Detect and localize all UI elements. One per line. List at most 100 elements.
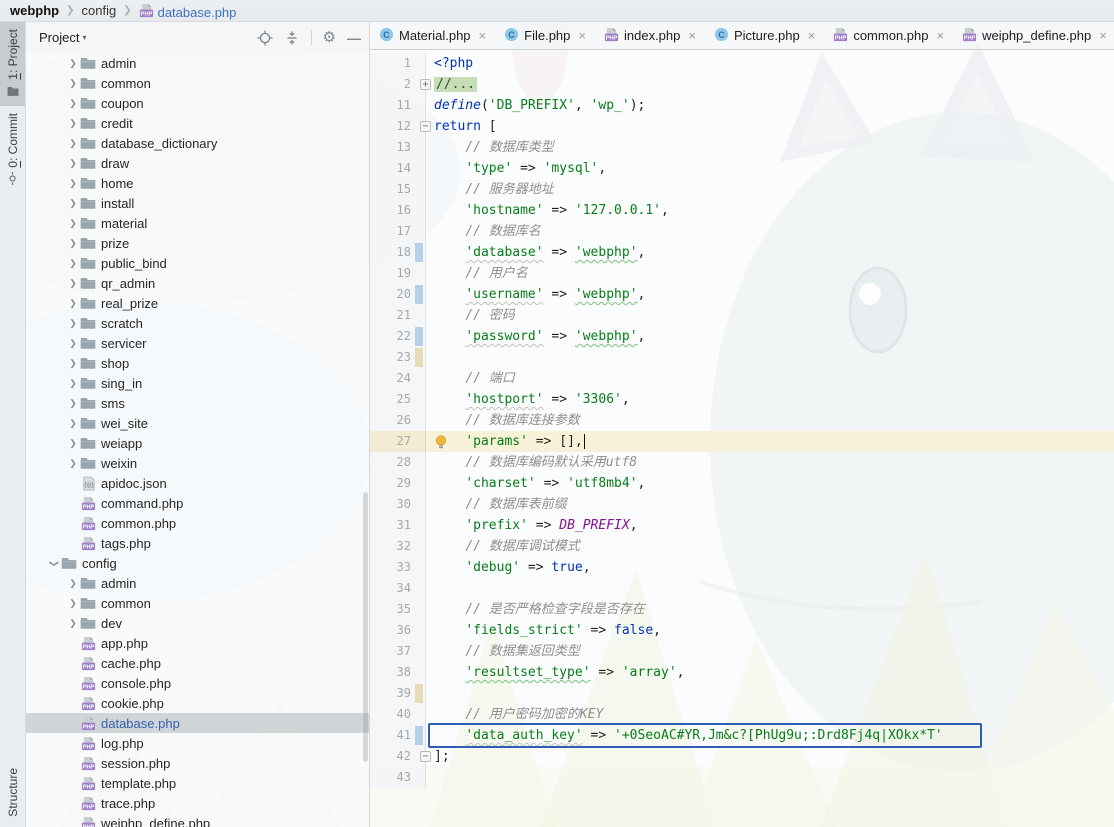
tree-item-credit[interactable]: ❯ credit	[26, 113, 369, 133]
code-editor[interactable]: 1 <?php 2 +//... 11 define('DB_PREFIX', 'wp_'…	[370, 50, 1114, 827]
code-line[interactable]: 25 'hostport' => '3306',	[370, 389, 1114, 410]
chevron-right-icon[interactable]: ❯	[66, 238, 80, 249]
tree-item-material[interactable]: ❯ material	[26, 213, 369, 233]
tree-item-weiapp[interactable]: ❯ weiapp	[26, 433, 369, 453]
code-line-text[interactable]: define('DB_PREFIX', 'wp_');	[426, 95, 1114, 116]
hide-panel-icon[interactable]: —	[347, 30, 361, 46]
tree-item-database_dictionary[interactable]: ❯ database_dictionary	[26, 133, 369, 153]
code-line-text[interactable]: // 数据库类型	[426, 137, 1114, 158]
close-icon[interactable]: ×	[688, 28, 696, 43]
code-line[interactable]: 18 'database' => 'webphp',	[370, 242, 1114, 263]
code-line-text[interactable]: ];	[426, 746, 1114, 767]
code-line-text[interactable]: // 数据库名	[426, 221, 1114, 242]
code-line-text[interactable]: 'database' => 'webphp',	[426, 242, 1114, 263]
tree-item-console-php[interactable]: PHP console.php	[26, 673, 369, 693]
code-line-text[interactable]: 'fields_strict' => false,	[426, 620, 1114, 641]
code-line-text[interactable]: 'debug' => true,	[426, 557, 1114, 578]
code-line[interactable]: 24 // 端口	[370, 368, 1114, 389]
code-line-text[interactable]: //...	[426, 74, 1114, 95]
code-line[interactable]: 34	[370, 578, 1114, 599]
chevron-right-icon[interactable]: ❯	[66, 198, 80, 209]
code-line[interactable]: 21 // 密码	[370, 305, 1114, 326]
chevron-right-icon[interactable]: ❯	[66, 258, 80, 269]
chevron-right-icon[interactable]: ❯	[66, 318, 80, 329]
chevron-right-icon[interactable]: ❯	[66, 358, 80, 369]
code-line-text[interactable]: // 数据库编码默认采用utf8	[426, 452, 1114, 473]
tree-item-session-php[interactable]: PHP session.php	[26, 753, 369, 773]
chevron-right-icon[interactable]: ❯	[66, 378, 80, 389]
code-line-text[interactable]: 'charset' => 'utf8mb4',	[426, 473, 1114, 494]
tree-item-common-php[interactable]: PHP common.php	[26, 513, 369, 533]
code-line[interactable]: 12− return [	[370, 116, 1114, 137]
code-line-text[interactable]: // 用户名	[426, 263, 1114, 284]
close-icon[interactable]: ×	[479, 28, 487, 43]
code-line[interactable]: 13 // 数据库类型	[370, 137, 1114, 158]
code-line[interactable]: 32 // 数据库调试模式	[370, 536, 1114, 557]
tree-item-trace-php[interactable]: PHP trace.php	[26, 793, 369, 813]
code-line-text[interactable]: 'resultset_type' => 'array',	[426, 662, 1114, 683]
code-line[interactable]: 40 // 用户密码加密的KEY	[370, 704, 1114, 725]
code-line[interactable]: 26 // 数据库连接参数	[370, 410, 1114, 431]
code-line[interactable]: 43	[370, 767, 1114, 788]
chevron-right-icon[interactable]: ❯	[66, 278, 80, 289]
code-line[interactable]: 11 define('DB_PREFIX', 'wp_');	[370, 95, 1114, 116]
chevron-right-icon[interactable]: ❯	[66, 578, 80, 589]
tree-item-qr_admin[interactable]: ❯ qr_admin	[26, 273, 369, 293]
code-line-text[interactable]: return [	[426, 116, 1114, 137]
tree-scrollbar[interactable]	[363, 492, 368, 762]
code-line-text[interactable]: 'hostname' => '127.0.0.1',	[426, 200, 1114, 221]
code-line[interactable]: 36 'fields_strict' => false,	[370, 620, 1114, 641]
editor-tab-weiphp_define-php[interactable]: PHP weiphp_define.php ×	[953, 22, 1114, 49]
chevron-right-icon[interactable]: ❯	[66, 138, 80, 149]
chevron-right-icon[interactable]: ❯	[66, 398, 80, 409]
tree-item-dev[interactable]: ❯ dev	[26, 613, 369, 633]
chevron-right-icon[interactable]: ❯	[66, 618, 80, 629]
tree-item-common[interactable]: ❯ common	[26, 73, 369, 93]
tool-window-button-project[interactable]: 1: Project	[0, 22, 25, 106]
tree-item-wei_site[interactable]: ❯ wei_site	[26, 413, 369, 433]
tree-item-apidoc-json[interactable]: {@} apidoc.json	[26, 473, 369, 493]
code-line-text[interactable]: // 数据库调试模式	[426, 536, 1114, 557]
code-line[interactable]: 20 'username' => 'webphp',	[370, 284, 1114, 305]
tree-item-command-php[interactable]: PHP command.php	[26, 493, 369, 513]
chevron-right-icon[interactable]: ❯	[66, 438, 80, 449]
code-line[interactable]: 19 // 用户名	[370, 263, 1114, 284]
tree-item-cache-php[interactable]: PHP cache.php	[26, 653, 369, 673]
code-line-text[interactable]: 'username' => 'webphp',	[426, 284, 1114, 305]
chevron-down-icon[interactable]: ❯	[49, 556, 60, 570]
tree-item-public_bind[interactable]: ❯ public_bind	[26, 253, 369, 273]
tool-window-button-commit[interactable]: 0: Commit	[0, 106, 25, 195]
tree-item-log-php[interactable]: PHP log.php	[26, 733, 369, 753]
tree-item-cookie-php[interactable]: PHP cookie.php	[26, 693, 369, 713]
code-line[interactable]: 17 // 数据库名	[370, 221, 1114, 242]
tree-item-common[interactable]: ❯ common	[26, 593, 369, 613]
tree-item-tags-php[interactable]: PHP tags.php	[26, 533, 369, 553]
chevron-down-icon[interactable]: ▾	[82, 33, 86, 42]
code-line-text[interactable]	[426, 347, 1114, 368]
editor-tab-common-php[interactable]: PHP common.php ×	[824, 22, 953, 49]
code-line[interactable]: 28 // 数据库编码默认采用utf8	[370, 452, 1114, 473]
code-line[interactable]: 22 'password' => 'webphp',	[370, 326, 1114, 347]
code-line[interactable]: 30 // 数据库表前缀	[370, 494, 1114, 515]
code-line-text[interactable]: 'type' => 'mysql',	[426, 158, 1114, 179]
tree-item-prize[interactable]: ❯ prize	[26, 233, 369, 253]
code-line-text[interactable]: // 用户密码加密的KEY	[426, 704, 1114, 725]
code-line[interactable]: 35 // 是否严格检查字段是否存在	[370, 599, 1114, 620]
code-line[interactable]: 29 'charset' => 'utf8mb4',	[370, 473, 1114, 494]
code-line[interactable]: 1 <?php	[370, 53, 1114, 74]
code-line-text[interactable]: 'prefix' => DB_PREFIX,	[426, 515, 1114, 536]
tree-item-draw[interactable]: ❯ draw	[26, 153, 369, 173]
tree-item-install[interactable]: ❯ install	[26, 193, 369, 213]
chevron-right-icon[interactable]: ❯	[66, 78, 80, 89]
close-icon[interactable]: ×	[808, 28, 816, 43]
chevron-right-icon[interactable]: ❯	[66, 178, 80, 189]
chevron-right-icon[interactable]: ❯	[66, 58, 80, 69]
code-line-text[interactable]	[426, 578, 1114, 599]
breadcrumb-item[interactable]: config	[82, 3, 117, 18]
tree-item-real_prize[interactable]: ❯ real_prize	[26, 293, 369, 313]
code-line[interactable]: 42−];	[370, 746, 1114, 767]
code-line[interactable]: 41 'data_auth_key' => '+0SeoAC#YR,Jm&c?[…	[370, 723, 1114, 748]
fold-toggle-icon[interactable]: +	[420, 79, 431, 90]
gear-icon[interactable]: ⚙	[323, 30, 336, 45]
code-line[interactable]: 27 'params' => [],	[370, 431, 1114, 452]
